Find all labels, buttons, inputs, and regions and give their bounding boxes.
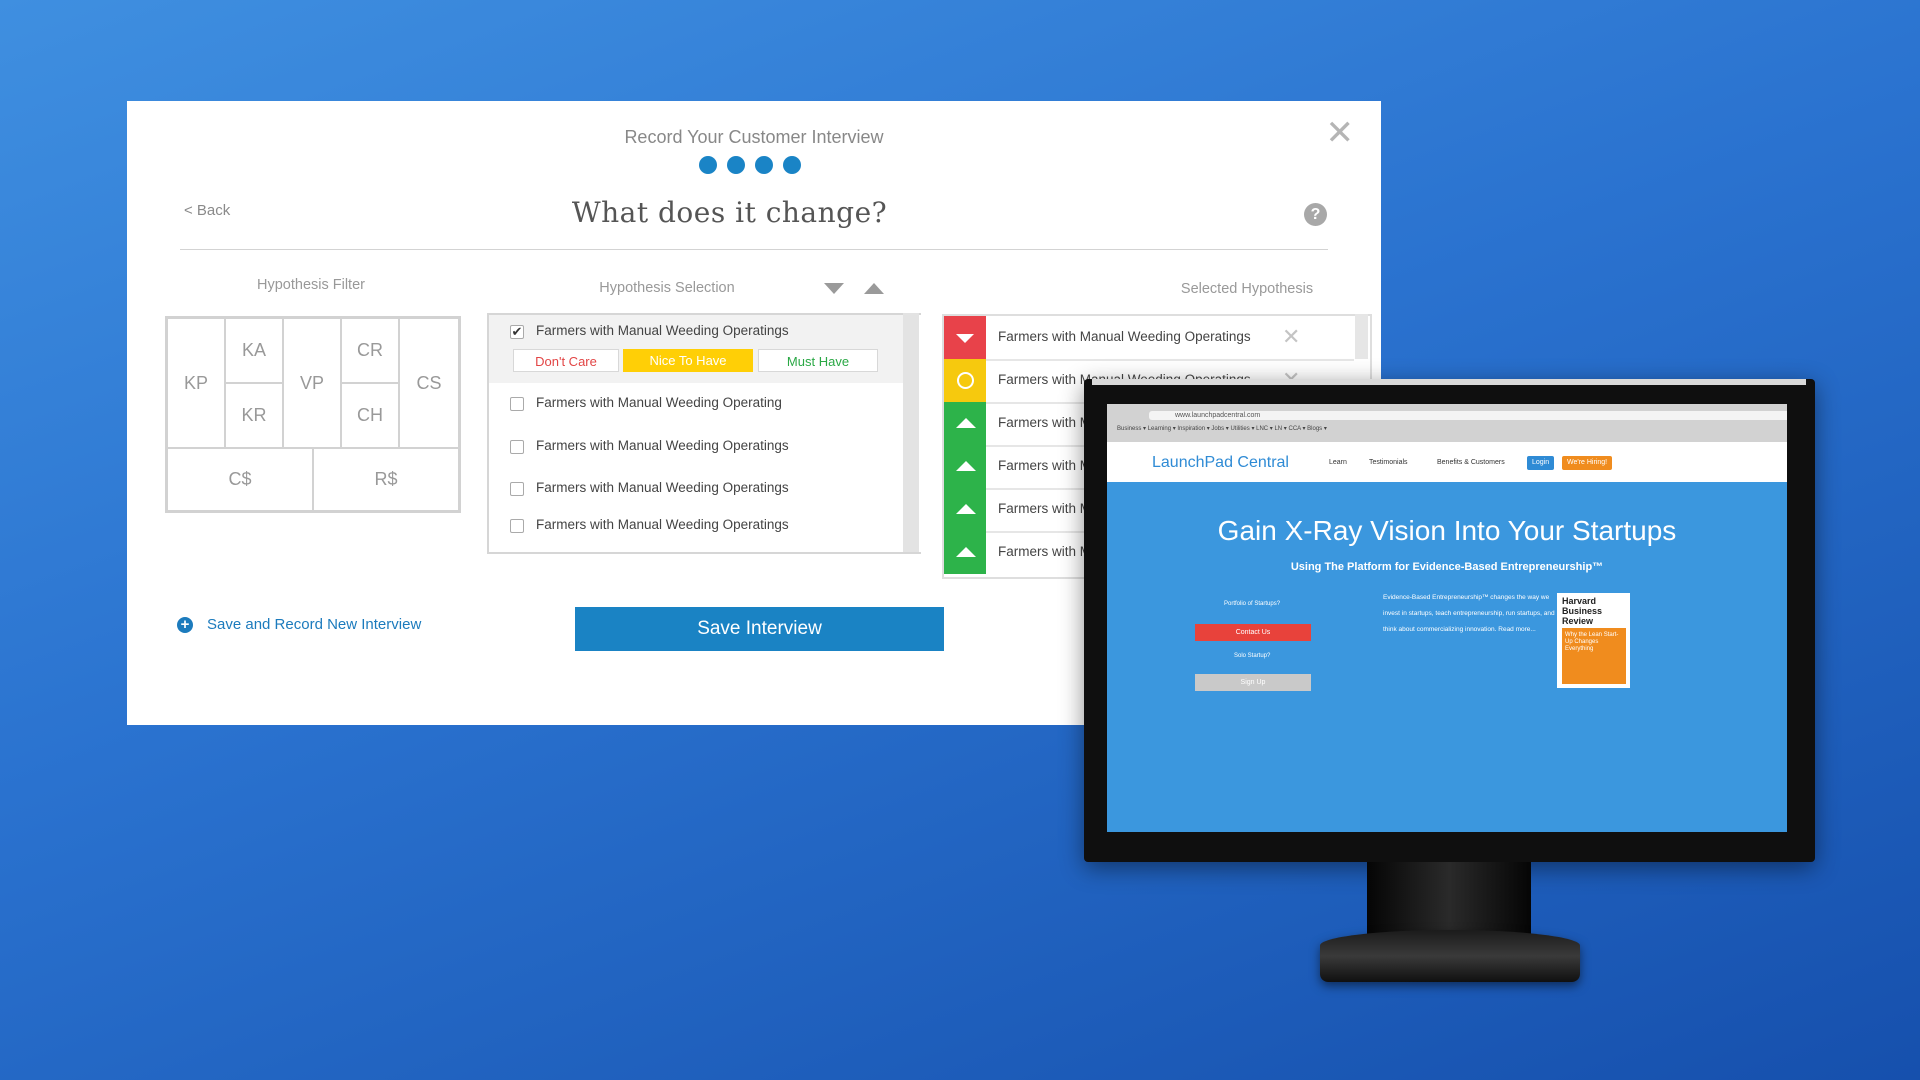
url-bar[interactable]: www.launchpadcentral.com <box>1149 411 1787 420</box>
hero-description: Evidence-Based Entrepreneurship™ changes… <box>1383 594 1555 633</box>
monitor-frame: www.launchpadcentral.com Business ▾ Lear… <box>1084 379 1815 862</box>
filter-cell-ch[interactable]: CH <box>341 383 399 448</box>
must-have-badge <box>944 531 986 574</box>
selection-scrollbar[interactable] <box>903 313 919 552</box>
browser-toolbar: www.launchpadcentral.com Business ▾ Lear… <box>1107 404 1787 442</box>
bookmarks-bar: Business ▾ Learning ▾ Inspiration ▾ Jobs… <box>1117 426 1327 432</box>
filter-cell-cr[interactable]: CR <box>341 318 399 383</box>
nice-to-have-button[interactable]: Nice To Have <box>623 349 753 372</box>
checkbox[interactable] <box>510 519 524 533</box>
filter-cell-vp[interactable]: VP <box>283 318 341 448</box>
dont-care-badge <box>944 316 986 359</box>
modal-subtitle: Record Your Customer Interview <box>624 127 884 147</box>
step-indicator <box>699 156 801 174</box>
save-interview-button[interactable]: Save Interview <box>575 607 944 651</box>
filter-cell-kp[interactable]: KP <box>167 318 225 448</box>
save-new-label: Save and Record New Interview <box>207 616 422 633</box>
nice-to-have-badge <box>944 359 986 402</box>
must-have-badge <box>944 402 986 445</box>
list-item[interactable]: Farmers with Manual Weeding Operatings <box>489 467 903 506</box>
selected-label: Farmers with M <box>998 544 1092 559</box>
step-dot-4[interactable] <box>783 156 801 174</box>
filter-cell-revenue[interactable]: R$ <box>313 448 459 511</box>
list-item[interactable]: ✔ Farmers with Manual Weeding Operatings… <box>489 315 903 385</box>
hypothesis-label: Farmers with Manual Weeding Operatings <box>536 438 789 453</box>
solo-label: Solo Startup? <box>1234 653 1271 659</box>
help-icon[interactable]: ? <box>1304 203 1327 226</box>
monitor-stand-neck <box>1367 862 1531 938</box>
triangle-up-icon <box>956 418 976 428</box>
must-have-badge <box>944 488 986 531</box>
circle-icon <box>957 372 974 389</box>
sort-down-icon[interactable] <box>824 283 844 294</box>
selected-label: Farmers with M <box>998 458 1092 473</box>
triangle-up-icon <box>956 504 976 514</box>
portfolio-label: Portfolio of Startups? <box>1224 601 1281 607</box>
hero-subtitle: Using The Platform for Evidence-Based En… <box>1290 561 1604 573</box>
filter-cell-cs[interactable]: CS <box>399 318 459 448</box>
hypothesis-label: Farmers with Manual Weeding Operatings <box>536 323 789 338</box>
hypothesis-filter-grid: KP KA KR VP CR CH CS C$ R$ <box>165 316 461 513</box>
step-dot-3[interactable] <box>755 156 773 174</box>
hypothesis-label: Farmers with Manual Weeding Operatings <box>536 480 789 495</box>
site-logo[interactable]: LaunchPad Central <box>1152 454 1289 472</box>
checkbox[interactable] <box>510 440 524 454</box>
nav-benefits[interactable]: Benefits & Customers <box>1437 459 1505 466</box>
step-dot-1[interactable] <box>699 156 717 174</box>
filter-cell-cost[interactable]: C$ <box>167 448 313 511</box>
hypothesis-label: Farmers with Manual Weeding Operatings <box>536 517 789 532</box>
hbr-title: Harvard Business Review <box>1562 596 1603 626</box>
selected-label: Farmers with M <box>998 415 1092 430</box>
list-item[interactable]: Farmers with Manual Weeding Operating <box>489 383 903 427</box>
save-and-record-new-link[interactable]: + Save and Record New Interview <box>177 616 421 633</box>
triangle-up-icon <box>956 461 976 471</box>
hbr-cover-text: Why the Lean Start-Up Changes Everything <box>1565 632 1619 652</box>
selected-title: Selected Hypothesis <box>1180 281 1314 297</box>
dont-care-button[interactable]: Don't Care <box>513 349 619 372</box>
monitor-stand-base <box>1320 930 1580 982</box>
selected-scrollbar[interactable] <box>1355 314 1368 359</box>
hypothesis-label: Farmers with Manual Weeding Operating <box>536 395 782 410</box>
page-title: What does it change? <box>571 196 888 229</box>
must-have-badge <box>944 445 986 488</box>
hbr-cover: Why the Lean Start-Up Changes Everything <box>1562 628 1626 684</box>
sort-up-icon[interactable] <box>864 283 884 294</box>
filter-cell-ka[interactable]: KA <box>225 318 283 383</box>
site-navbar: LaunchPad Central Learn Testimonials Ben… <box>1107 442 1787 482</box>
nav-testimonials[interactable]: Testimonials <box>1369 459 1408 466</box>
checkbox[interactable] <box>510 482 524 496</box>
login-button[interactable]: Login <box>1527 456 1555 470</box>
sign-up-button[interactable]: Sign Up <box>1195 674 1311 691</box>
hero-title: Gain X-Ray Vision Into Your Startups <box>1217 515 1677 546</box>
contact-us-button[interactable]: Contact Us <box>1195 624 1311 641</box>
filter-cell-kr[interactable]: KR <box>225 383 283 448</box>
hiring-button[interactable]: We're Hiring! <box>1562 456 1613 470</box>
monitor-screen: www.launchpadcentral.com Business ▾ Lear… <box>1107 404 1787 832</box>
monitor-bezel-top <box>1092 379 1806 385</box>
triangle-up-icon <box>956 547 976 557</box>
hypothesis-selection-list: ✔ Farmers with Manual Weeding Operatings… <box>487 313 921 554</box>
divider <box>180 249 1328 250</box>
hbr-book-image[interactable]: Harvard Business Review Why the Lean Sta… <box>1557 593 1630 688</box>
must-have-button[interactable]: Must Have <box>758 349 878 372</box>
triangle-down-icon <box>956 334 974 343</box>
list-item[interactable]: Farmers with Manual Weeding Operatings <box>489 504 903 548</box>
selected-label: Farmers with M <box>998 501 1092 516</box>
checkbox-checked[interactable]: ✔ <box>510 325 524 339</box>
close-icon[interactable]: ✕ <box>1326 113 1355 153</box>
list-item[interactable]: Farmers with Manual Weeding Operatings <box>489 425 903 469</box>
remove-icon[interactable]: ✕ <box>1282 324 1300 350</box>
selected-label: Farmers with Manual Weeding Operatings <box>998 329 1251 344</box>
checkbox[interactable] <box>510 397 524 411</box>
step-dot-2[interactable] <box>727 156 745 174</box>
nav-learn[interactable]: Learn <box>1329 459 1347 466</box>
filter-title: Hypothesis Filter <box>257 277 365 293</box>
plus-circle-icon: + <box>177 616 193 633</box>
selection-title: Hypothesis Selection <box>599 280 735 296</box>
selected-row: Farmers with Manual Weeding Operatings ✕ <box>944 316 1354 361</box>
